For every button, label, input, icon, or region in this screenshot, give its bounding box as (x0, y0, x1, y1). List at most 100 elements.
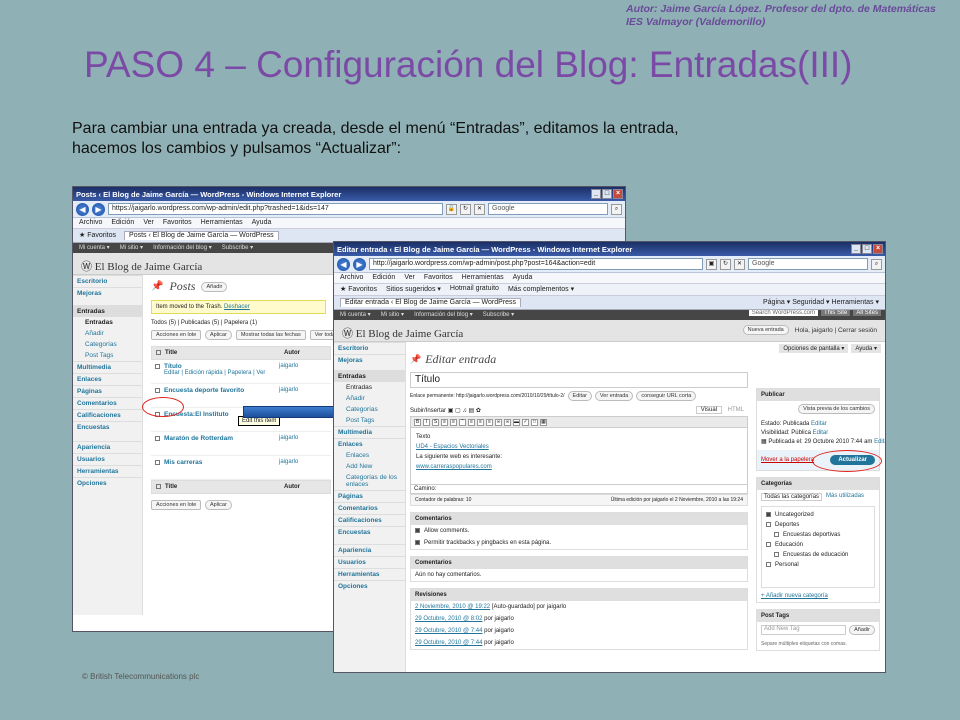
strike-icon[interactable]: S (432, 419, 439, 426)
unlink-icon[interactable]: ∞ (504, 419, 511, 426)
nav-encuestas[interactable]: Encuestas (73, 421, 142, 433)
nav-entradas[interactable]: Entradas (73, 305, 142, 317)
post-title-link[interactable]: Mis carreras (164, 459, 202, 466)
url-input[interactable]: http://jaigarlo.wordpress.com/wp-admin/p… (369, 258, 703, 270)
apply-button[interactable]: Aplicar (205, 500, 232, 510)
wpbar-my-site[interactable]: Mi sitio ▾ (120, 244, 143, 252)
nav-entradas-list[interactable]: Entradas (334, 382, 405, 393)
select-all-checkbox[interactable] (156, 350, 161, 355)
wpbar-my-site[interactable]: Mi sitio ▾ (381, 311, 404, 319)
allow-comments-checkbox[interactable] (415, 528, 420, 533)
add-tag-button[interactable]: Añadir (849, 625, 875, 635)
menu-ayuda[interactable]: Ayuda (252, 219, 272, 227)
nav-categorias[interactable]: Categorías (73, 339, 142, 350)
select-all-checkbox[interactable] (156, 484, 161, 489)
suggested-sites[interactable]: Sitios sugeridos ▾ (386, 285, 441, 294)
apply-button[interactable]: Aplicar (205, 330, 232, 340)
nav-post-tags[interactable]: Post Tags (73, 350, 142, 361)
num-list-icon[interactable]: ≡ (450, 419, 457, 426)
maximize-icon[interactable]: □ (862, 244, 872, 254)
preview-button[interactable]: Vista previa de los cambios (798, 404, 875, 414)
nav-entradas-list[interactable]: Entradas (73, 317, 142, 328)
content-link[interactable]: UD4 - Espacios Vectoriales (416, 442, 742, 452)
tab-posts[interactable]: Posts ‹ El Blog de Jaime García — WordPr… (124, 231, 279, 240)
nav-mejoras[interactable]: Mejoras (334, 354, 405, 366)
nav-anadir[interactable]: Añadir (73, 328, 142, 339)
revision-link[interactable]: 2 Noviembre, 2010 @ 19:22 (415, 604, 490, 610)
nav-opciones[interactable]: Opciones (334, 580, 405, 592)
add-new-button[interactable]: Añadir (201, 281, 228, 292)
nav-multimedia[interactable]: Multimedia (334, 426, 405, 438)
greeting[interactable]: Hola, jaigarlo | Cerrar sesión (795, 327, 877, 334)
bold-icon[interactable]: B (414, 419, 421, 426)
menu-archivo[interactable]: Archivo (79, 219, 102, 227)
nav-add-new-link[interactable]: Add New (334, 461, 405, 472)
refresh-icon[interactable]: ↻ (460, 203, 471, 215)
add-tag-input[interactable]: Add New Tag (761, 625, 847, 635)
view-post-button[interactable]: Ver entrada (594, 391, 634, 401)
row-checkbox[interactable] (155, 435, 160, 441)
wpbar-my-account[interactable]: Mi cuenta ▾ (79, 244, 110, 252)
menu-ver[interactable]: Ver (143, 219, 154, 227)
compat-icon[interactable]: ▣ (706, 258, 717, 270)
menu-edicion[interactable]: Edición (111, 219, 134, 227)
nav-opciones[interactable]: Opciones (73, 477, 142, 489)
fullscreen-icon[interactable]: □ (531, 419, 538, 426)
dates-select[interactable]: Mostrar todas las fechas (235, 330, 306, 340)
nav-comentarios[interactable]: Comentarios (334, 502, 405, 514)
close-icon[interactable]: × (613, 189, 623, 199)
tab-most-used[interactable]: Más utilizadas (826, 493, 864, 501)
wpbar-subscribe[interactable]: Subscribe ▾ (222, 244, 253, 252)
bullet-list-icon[interactable]: ≡ (441, 419, 448, 426)
close-icon[interactable]: × (873, 244, 883, 254)
wpbar-my-account[interactable]: Mi cuenta ▾ (340, 311, 371, 319)
menu-ver[interactable]: Ver (404, 274, 415, 282)
quote-icon[interactable]: " (459, 419, 466, 426)
media-icons[interactable]: ▣ ▢ ♫ ▤ ✿ (448, 408, 481, 414)
link-icon[interactable]: ∞ (495, 419, 502, 426)
edit-visibility-link[interactable]: Editar (813, 430, 829, 436)
nav-escritorio[interactable]: Escritorio (73, 275, 142, 287)
nav-usuarios[interactable]: Usuarios (334, 556, 405, 568)
post-title-link[interactable]: Maratón de Rotterdam (164, 435, 233, 442)
post-title-link[interactable]: Título (164, 363, 182, 370)
nav-anadir[interactable]: Añadir (334, 393, 405, 404)
refresh-icon[interactable]: ↻ (720, 258, 731, 270)
minimize-icon[interactable]: _ (851, 244, 861, 254)
forward-icon[interactable]: ▶ (353, 257, 366, 271)
tab-html[interactable]: HTML (724, 407, 748, 413)
align-left-icon[interactable]: ≡ (468, 419, 475, 426)
menu-edicion[interactable]: Edición (372, 274, 395, 282)
nav-calificaciones[interactable]: Calificaciones (334, 514, 405, 526)
spell-icon[interactable]: ✓ (522, 419, 529, 426)
minimize-icon[interactable]: _ (591, 189, 601, 199)
category-checkbox[interactable] (766, 511, 771, 517)
tab-edit-entry[interactable]: Editar entrada ‹ El Blog de Jaime García… (340, 298, 522, 307)
more-icon[interactable]: ▬ (513, 419, 520, 426)
edit-permalink-button[interactable]: Editar (567, 391, 592, 401)
tab-all-categories[interactable]: Todas las categorías (761, 493, 823, 501)
nav-herramientas[interactable]: Herramientas (73, 465, 142, 477)
revision-link[interactable]: 29 Octubre, 2010 @ 7:44 (415, 628, 482, 634)
search-box[interactable]: Google (488, 203, 608, 215)
favorites-button[interactable]: ★ Favoritos (340, 285, 377, 294)
category-checkbox[interactable] (774, 551, 779, 557)
undo-link[interactable]: Deshacer (224, 304, 250, 310)
search-icon[interactable]: ⌕ (611, 203, 622, 215)
post-title-link[interactable]: Encuesta deporte favorito (164, 387, 244, 394)
bulk-select[interactable]: Acciones en lote (151, 500, 201, 510)
nav-encuestas[interactable]: Encuestas (334, 526, 405, 538)
nav-link-categories[interactable]: Categorías de los enlaces (334, 472, 405, 490)
category-checkbox[interactable] (766, 521, 771, 527)
wpbar-subscribe[interactable]: Subscribe ▾ (483, 311, 514, 319)
favorites-button[interactable]: ★ Favoritos (79, 231, 116, 240)
nav-enlaces-list[interactable]: Enlaces (334, 450, 405, 461)
nav-apariencia[interactable]: Apariencia (73, 441, 142, 453)
post-title-input[interactable]: Título (410, 372, 748, 388)
menu-favoritos[interactable]: Favoritos (163, 219, 192, 227)
nav-post-tags[interactable]: Post Tags (334, 415, 405, 426)
kitchen-sink-icon[interactable]: ▦ (540, 419, 547, 426)
url-input[interactable]: https://jaigarlo.wordpress.com/wp-admin/… (108, 203, 443, 215)
maximize-icon[interactable]: □ (602, 189, 612, 199)
menu-ayuda[interactable]: Ayuda (513, 274, 533, 282)
